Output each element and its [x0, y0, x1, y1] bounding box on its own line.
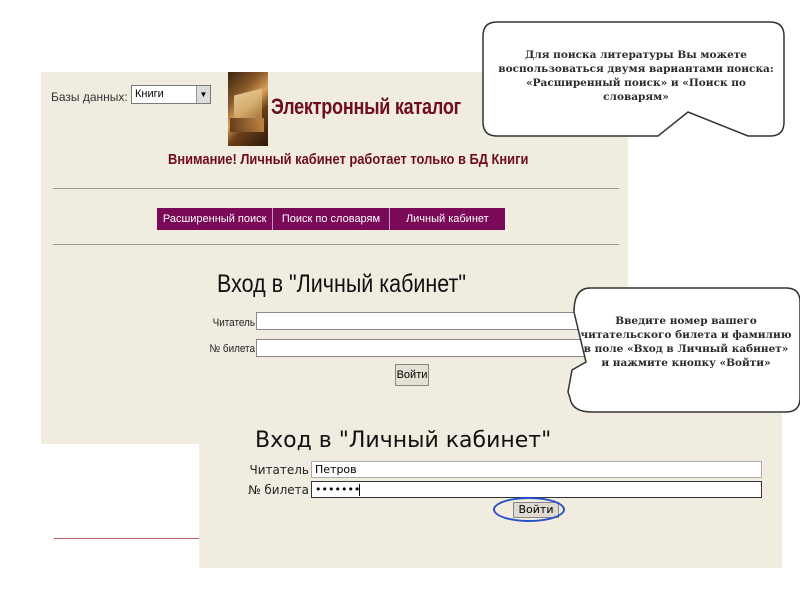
catalog-title: Электронный каталог — [271, 94, 461, 119]
reader-label: Читатель — [249, 463, 309, 477]
nav-advanced-search[interactable]: Расширенный поиск — [157, 208, 274, 230]
divider — [54, 538, 199, 539]
database-label: Базы данных: — [51, 90, 128, 104]
ticket-field[interactable]: ••••••• — [311, 481, 762, 498]
warning-message: Внимание! Личный кабинет работает только… — [168, 151, 529, 168]
database-select-value: Книги — [135, 88, 164, 100]
ticket-field[interactable] — [256, 339, 596, 357]
login-button[interactable]: Войти — [395, 364, 429, 386]
divider — [53, 188, 619, 189]
chevron-down-icon[interactable]: ▼ — [196, 86, 210, 103]
divider — [53, 244, 619, 245]
ticket-label: № билета — [209, 343, 255, 355]
reader-field[interactable]: Петров — [311, 461, 762, 478]
zoomed-login-form: Вход в "Личный кабинет" Читатель Петров … — [199, 413, 782, 568]
database-select[interactable]: Книги ▼ — [131, 85, 211, 104]
text-caret — [359, 484, 360, 496]
nav-dictionary-search[interactable]: Поиск по словарям — [273, 208, 390, 230]
callout-search-tip: Для поиска литературы Вы можете воспольз… — [498, 49, 774, 103]
book-stack-logo — [228, 72, 268, 146]
reader-field[interactable] — [256, 312, 596, 330]
ticket-label: № билета — [248, 483, 309, 497]
highlight-ring — [493, 497, 565, 522]
reader-label: Читатель — [212, 317, 255, 329]
login-heading: Вход в "Личный кабинет" — [217, 270, 467, 298]
catalog-screenshot: Базы данных: Книги ▼ Электронный каталог… — [41, 72, 628, 444]
nav-bar: Расширенный поиск Поиск по словарям Личн… — [157, 208, 505, 230]
callout-login-tip: Введите номер вашего читательского билет… — [580, 315, 792, 369]
ticket-value: ••••••• — [315, 483, 361, 496]
nav-personal-account[interactable]: Личный кабинет — [390, 208, 505, 230]
login-heading: Вход в "Личный кабинет" — [255, 428, 552, 453]
